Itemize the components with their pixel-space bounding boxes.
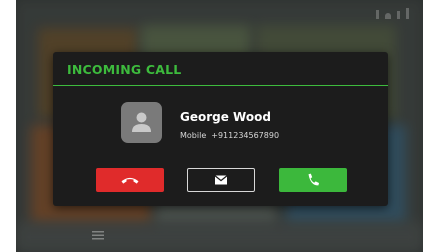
phone-icon	[308, 173, 319, 186]
incoming-call-dialog: INCOMING CALL George Wood Mobile +9112345…	[53, 52, 388, 206]
title-divider	[53, 85, 388, 86]
phone-number: +911234567890	[211, 131, 280, 140]
dialog-title: INCOMING CALL	[67, 62, 182, 77]
message-button[interactable]	[187, 168, 255, 192]
menu-icon	[92, 231, 104, 240]
number-label: Mobile	[180, 131, 207, 140]
avatar	[121, 102, 162, 143]
envelope-icon	[214, 175, 228, 185]
decline-button[interactable]	[96, 168, 164, 192]
caller-number: Mobile +911234567890	[180, 131, 279, 140]
accept-button[interactable]	[279, 168, 347, 192]
phone-hangup-icon	[121, 177, 139, 184]
home-screen-background: INCOMING CALL George Wood Mobile +9112345…	[16, 0, 423, 252]
person-icon	[132, 112, 151, 132]
caller-name: George Wood	[180, 110, 271, 124]
